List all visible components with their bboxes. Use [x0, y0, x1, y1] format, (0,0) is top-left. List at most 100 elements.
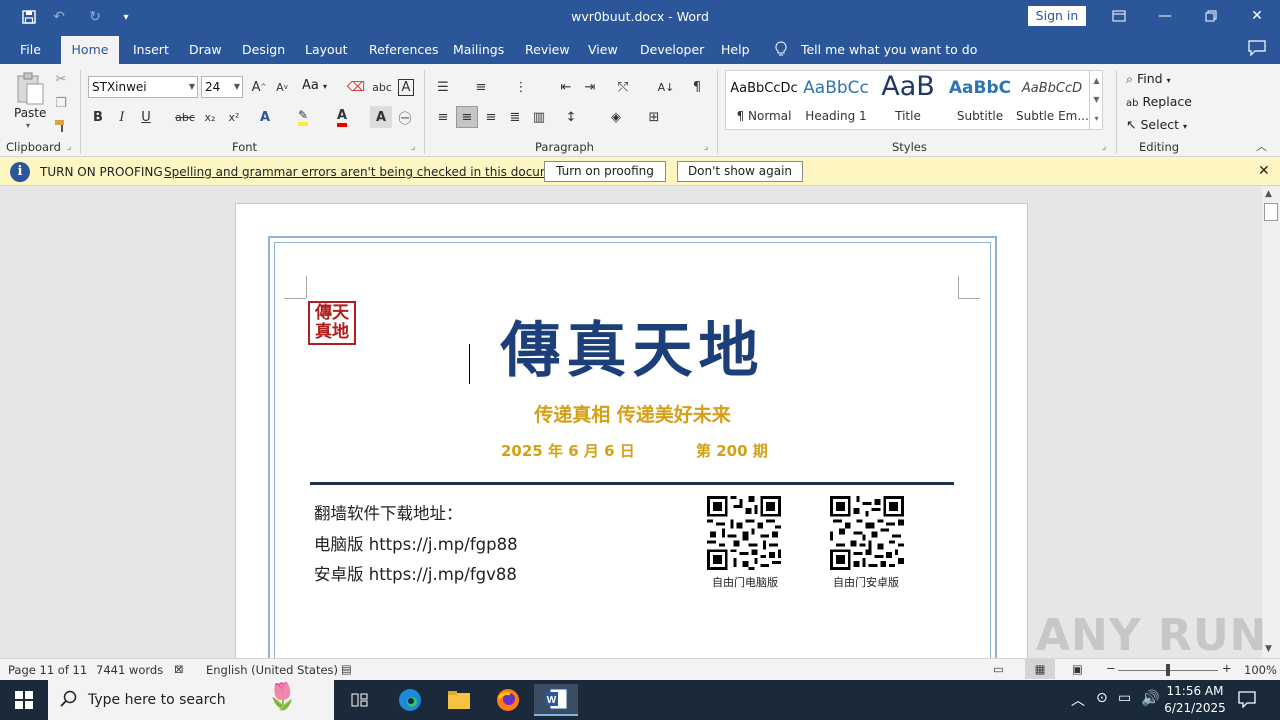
tab-draw[interactable]: Draw: [189, 42, 222, 57]
bullets-icon[interactable]: ☰: [432, 76, 454, 98]
highlight-icon[interactable]: ✎: [292, 106, 314, 128]
justify-icon[interactable]: ≣: [504, 106, 526, 128]
print-layout-icon[interactable]: ▦: [1025, 659, 1055, 679]
tab-help[interactable]: Help: [721, 42, 750, 57]
task-view-icon[interactable]: [338, 684, 382, 716]
tab-review[interactable]: Review: [525, 42, 570, 57]
cut-icon[interactable]: ✂: [50, 68, 72, 90]
chinese-layout-icon[interactable]: ⤲: [612, 76, 634, 98]
clipboard-launcher-icon[interactable]: ⌟: [67, 142, 71, 152]
firefox-icon[interactable]: [486, 684, 530, 716]
decrease-indent-icon[interactable]: ⇤: [555, 76, 577, 98]
paste-button[interactable]: Paste: [14, 106, 46, 120]
zoom-level[interactable]: 100%: [1244, 663, 1277, 677]
numbering-icon[interactable]: ≡: [470, 76, 492, 98]
show-formatting-icon[interactable]: ¶: [686, 76, 708, 98]
find-button[interactable]: ⌕ Find ▾: [1126, 71, 1171, 87]
tab-insert[interactable]: Insert: [133, 42, 169, 57]
notification-icon[interactable]: [1238, 690, 1256, 711]
paste-dropdown-icon[interactable]: ▾: [26, 121, 30, 130]
style-subtle-emphasis[interactable]: AaBbCcD Subtle Em...: [1016, 71, 1088, 129]
sign-in-button[interactable]: Sign in: [1028, 6, 1086, 26]
borders-icon[interactable]: ⊞: [643, 106, 665, 128]
character-shading-icon[interactable]: A: [370, 106, 392, 128]
page-count[interactable]: Page 11 of 11: [8, 663, 87, 677]
shrink-font-icon[interactable]: Av: [271, 76, 293, 98]
proofing-icon[interactable]: ⊠: [174, 662, 184, 676]
document-page[interactable]: 傳天真地 傳真天地 传递真相 传递美好未来 2025 年 6 月 6 日 第 2…: [235, 203, 1028, 658]
macro-icon[interactable]: ▤: [341, 662, 352, 676]
replace-button[interactable]: ab Replace: [1126, 94, 1192, 109]
close-button[interactable]: ✕: [1234, 0, 1280, 32]
close-icon[interactable]: ✕: [1258, 163, 1270, 179]
edge-icon[interactable]: [388, 684, 432, 716]
select-button[interactable]: ↖ Select ▾: [1126, 117, 1187, 132]
tray-chevron-up-icon[interactable]: ︿: [1071, 690, 1085, 710]
copy-icon[interactable]: ❐: [50, 92, 72, 114]
italic-icon[interactable]: I: [111, 106, 133, 128]
sort-icon[interactable]: A↓: [655, 76, 677, 98]
align-left-icon[interactable]: ≡: [432, 106, 454, 128]
tell-me-search[interactable]: Tell me what you want to do: [775, 41, 977, 57]
dont-show-again-button[interactable]: Don't show again: [677, 161, 803, 182]
word-count[interactable]: 7441 words: [96, 663, 163, 677]
phonetic-guide-icon[interactable]: abc: [371, 76, 393, 98]
windows-start-icon[interactable]: [0, 680, 48, 720]
info-message-link[interactable]: Spelling and grammar errors aren't being…: [164, 165, 575, 179]
volume-icon[interactable]: 🔊: [1141, 689, 1160, 707]
tab-design[interactable]: Design: [242, 42, 285, 57]
file-explorer-icon[interactable]: [437, 684, 481, 716]
font-size-box[interactable]: 24 ▼: [201, 76, 243, 98]
paste-icon[interactable]: [14, 70, 46, 106]
multilevel-list-icon[interactable]: ⋮: [510, 76, 532, 98]
web-layout-icon[interactable]: ▣: [1072, 662, 1083, 676]
font-launcher-icon[interactable]: ⌟: [411, 142, 415, 152]
styles-scroll[interactable]: ▲ ▼ ▾: [1089, 71, 1103, 129]
zoom-in-icon[interactable]: +: [1222, 661, 1232, 675]
tab-mailings[interactable]: Mailings: [453, 42, 504, 57]
paragraph-launcher-icon[interactable]: ⌟: [704, 142, 708, 152]
increase-indent-icon[interactable]: ⇥: [579, 76, 601, 98]
document-canvas[interactable]: 傳天真地 傳真天地 传递真相 传递美好未来 2025 年 6 月 6 日 第 2…: [0, 186, 1262, 658]
clear-formatting-icon[interactable]: ⌫: [345, 76, 367, 98]
superscript-icon[interactable]: x²: [223, 106, 245, 128]
style-title[interactable]: AaB Title: [872, 71, 944, 129]
scroll-up-icon[interactable]: ▲: [1265, 189, 1272, 199]
scroll-thumb[interactable]: [1264, 203, 1278, 221]
zoom-out-icon[interactable]: −: [1106, 661, 1116, 675]
tab-references[interactable]: References: [369, 42, 438, 57]
change-case-button[interactable]: Aa ▾: [302, 78, 327, 93]
style-normal[interactable]: AaBbCcDc ¶ Normal: [728, 71, 800, 129]
tab-developer[interactable]: Developer: [640, 42, 704, 57]
enclose-characters-icon[interactable]: ㊀: [394, 106, 416, 128]
align-center-icon[interactable]: ≡: [456, 106, 478, 128]
restore-button[interactable]: [1188, 0, 1234, 32]
minimize-button[interactable]: —: [1142, 0, 1188, 32]
format-painter-icon[interactable]: [50, 115, 72, 137]
character-border-icon[interactable]: A: [395, 76, 417, 98]
read-mode-icon[interactable]: ▭: [993, 662, 1004, 676]
tab-file[interactable]: File: [20, 42, 41, 57]
subscript-icon[interactable]: x₂: [199, 106, 221, 128]
font-name-box[interactable]: STXinwei ▼: [88, 76, 198, 98]
bold-icon[interactable]: B: [87, 106, 109, 128]
font-color-icon[interactable]: A: [331, 106, 353, 128]
tab-layout[interactable]: Layout: [305, 42, 348, 57]
collapse-ribbon-icon[interactable]: ︿: [1256, 138, 1267, 154]
language[interactable]: English (United States): [206, 663, 338, 677]
strikethrough-icon[interactable]: abc: [174, 106, 196, 128]
ribbon-display-options-icon[interactable]: [1096, 0, 1142, 32]
word-taskbar-icon[interactable]: W: [534, 684, 578, 716]
shading-icon[interactable]: ◈: [605, 106, 627, 128]
tab-home[interactable]: Home: [61, 36, 119, 64]
network-icon[interactable]: ▭: [1118, 690, 1131, 706]
style-heading-1[interactable]: AaBbCc Heading 1: [800, 71, 872, 129]
tray-clock[interactable]: 11:56 AM 6/21/2025: [1163, 683, 1227, 717]
zoom-slider-thumb[interactable]: [1166, 664, 1170, 676]
grow-font-icon[interactable]: A ^: [248, 76, 270, 98]
tray-device-icon[interactable]: ⊙: [1096, 690, 1108, 706]
style-subtitle[interactable]: AaBbC Subtitle: [944, 71, 1016, 129]
distributed-icon[interactable]: ▥: [528, 106, 550, 128]
comments-icon[interactable]: [1248, 40, 1266, 59]
styles-launcher-icon[interactable]: ⌟: [1102, 142, 1106, 152]
